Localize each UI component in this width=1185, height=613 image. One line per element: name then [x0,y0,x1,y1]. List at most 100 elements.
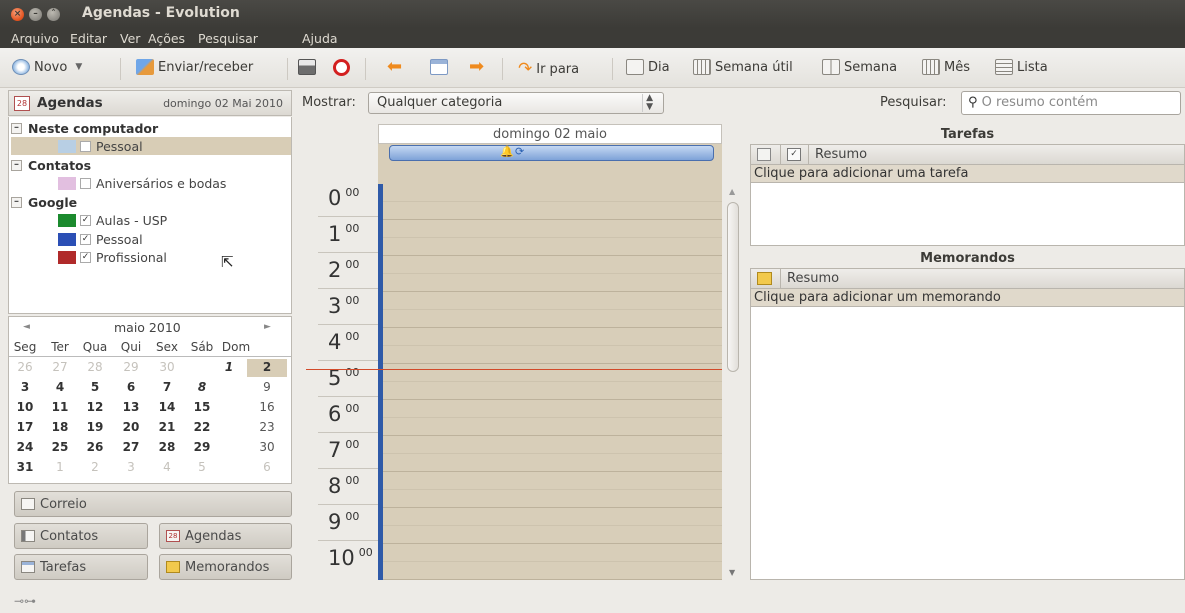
new-button[interactable]: Novo ▼ [12,59,82,75]
day-cell[interactable]: 9 [249,380,285,394]
collapse-icon[interactable]: – [11,196,22,208]
day-grid[interactable] [378,184,722,580]
send-receive-button[interactable]: Enviar/receber [136,59,253,75]
search-input[interactable]: ⚲ O resumo contém [961,91,1181,115]
day-cell[interactable]: 6 [113,380,149,394]
source-item-profissional[interactable]: ✓ Profissional [11,248,291,266]
day-cell[interactable]: 19 [77,420,113,434]
source-checkbox[interactable] [80,140,91,152]
day-cell[interactable]: 18 [42,420,78,434]
complete-checkbox-icon[interactable]: ✓ [787,148,801,161]
day-cell[interactable]: 4 [149,460,185,474]
day-cell[interactable]: 30 [149,360,185,374]
menu-ajuda[interactable]: Ajuda [302,31,338,46]
today-button[interactable] [430,59,448,75]
switcher-memos-button[interactable]: Memorandos [159,554,292,580]
day-cell[interactable]: 16 [249,400,285,414]
maximize-window-button[interactable]: ˄ [47,8,60,21]
day-cell[interactable]: 24 [7,440,43,454]
day-cell[interactable]: 3 [113,460,149,474]
online-status-icon[interactable]: ⊸⊶ [14,594,36,608]
day-cell[interactable]: 27 [113,440,149,454]
delete-button[interactable] [333,59,350,76]
source-item-pessoal-local[interactable]: Pessoal [11,137,291,155]
view-week-button[interactable]: Semana [822,59,897,75]
day-cell[interactable]: 28 [149,440,185,454]
scroll-down-icon[interactable]: ▼ [729,568,735,577]
day-cell[interactable]: 7 [149,380,185,394]
day-cell[interactable]: 26 [77,440,113,454]
minimize-window-button[interactable]: – [29,8,42,21]
add-memo-row[interactable]: Clique para adicionar um memorando [751,289,1184,307]
day-cell[interactable]: 31 [7,460,43,474]
day-cell[interactable]: 25 [42,440,78,454]
menu-arquivo[interactable]: Arquivo [11,31,59,46]
menu-pesquisar[interactable]: Pesquisar [198,31,258,46]
day-cell[interactable]: 14 [149,400,185,414]
next-month-button[interactable]: ► [264,322,271,332]
switcher-mail-button[interactable]: Correio [14,491,292,517]
group-contatos[interactable]: – Contatos [11,156,91,174]
menu-editar[interactable]: Editar [70,31,107,46]
view-workweek-button[interactable]: Semana útil [693,59,793,75]
chevron-down-icon[interactable]: ▼ [75,62,82,72]
category-select[interactable]: Qualquer categoria ▲ ▼ [368,92,664,114]
source-item-aniversarios[interactable]: Aniversários e bodas [11,174,291,192]
day-view-scrollbar[interactable]: ▲ ▼ [724,184,742,582]
day-cell[interactable]: 12 [77,400,113,414]
prev-month-button[interactable]: ◄ [23,322,30,332]
day-cell[interactable]: 22 [184,420,220,434]
scroll-up-icon[interactable]: ▲ [729,187,735,196]
previous-button[interactable]: ⬅ [387,56,402,77]
day-cell[interactable]: 29 [184,440,220,454]
day-cell[interactable]: 26 [7,360,43,374]
view-month-button[interactable]: Mês [922,59,970,75]
switcher-calendars-button[interactable]: 28 Agendas [159,523,292,549]
collapse-icon[interactable]: – [11,122,22,134]
switcher-contacts-button[interactable]: Contatos [14,523,148,549]
day-cell[interactable]: 1 [42,460,78,474]
day-cell[interactable]: 28 [77,360,113,374]
day-cell[interactable]: 2 [77,460,113,474]
menu-ver[interactable]: Ver [120,31,140,46]
source-checkbox[interactable] [80,177,91,189]
day-cell[interactable]: 29 [113,360,149,374]
switcher-tasks-button[interactable]: Tarefas [14,554,148,580]
scrollbar-thumb[interactable] [727,202,739,372]
day-cell[interactable]: 21 [149,420,185,434]
source-item-pessoal-google[interactable]: ✓ Pessoal [11,230,291,248]
source-checkbox[interactable]: ✓ [80,233,91,245]
day-cell[interactable]: 13 [113,400,149,414]
add-task-row[interactable]: Clique para adicionar uma tarefa [751,165,1184,183]
collapse-icon[interactable]: – [11,159,22,171]
day-cell[interactable]: 30 [249,440,285,454]
day-cell[interactable]: 23 [249,420,285,434]
source-checkbox[interactable]: ✓ [80,214,91,226]
all-day-event[interactable]: 🔔 ⟳ [389,145,714,161]
day-cell[interactable]: 5 [184,460,220,474]
day-cell[interactable]: 1 [211,360,247,374]
day-cell[interactable]: 6 [249,460,285,474]
print-button[interactable] [298,59,316,75]
next-button[interactable]: ➡ [469,56,484,77]
day-cell[interactable]: 3 [7,380,43,394]
close-window-button[interactable]: × [11,8,24,21]
menu-acoes[interactable]: Ações [148,31,185,46]
day-cell[interactable]: 8 [184,380,220,394]
summary-column[interactable]: Resumo [787,271,839,286]
day-cell[interactable]: 5 [77,380,113,394]
day-cell[interactable]: 4 [42,380,78,394]
day-cell[interactable]: 27 [42,360,78,374]
group-neste-computador[interactable]: – Neste computador [11,119,158,137]
group-google[interactable]: – Google [11,193,77,211]
view-day-button[interactable]: Dia [626,59,670,75]
day-cell[interactable]: 10 [7,400,43,414]
day-cell[interactable]: 15 [184,400,220,414]
day-cell[interactable]: 11 [42,400,78,414]
day-cell-today[interactable]: 2 [249,360,285,374]
source-item-aulas-usp[interactable]: ✓ Aulas - USP [11,211,291,229]
view-list-button[interactable]: Lista [995,59,1048,75]
day-cell[interactable]: 20 [113,420,149,434]
source-checkbox[interactable]: ✓ [80,251,91,263]
summary-column[interactable]: Resumo [815,147,867,162]
